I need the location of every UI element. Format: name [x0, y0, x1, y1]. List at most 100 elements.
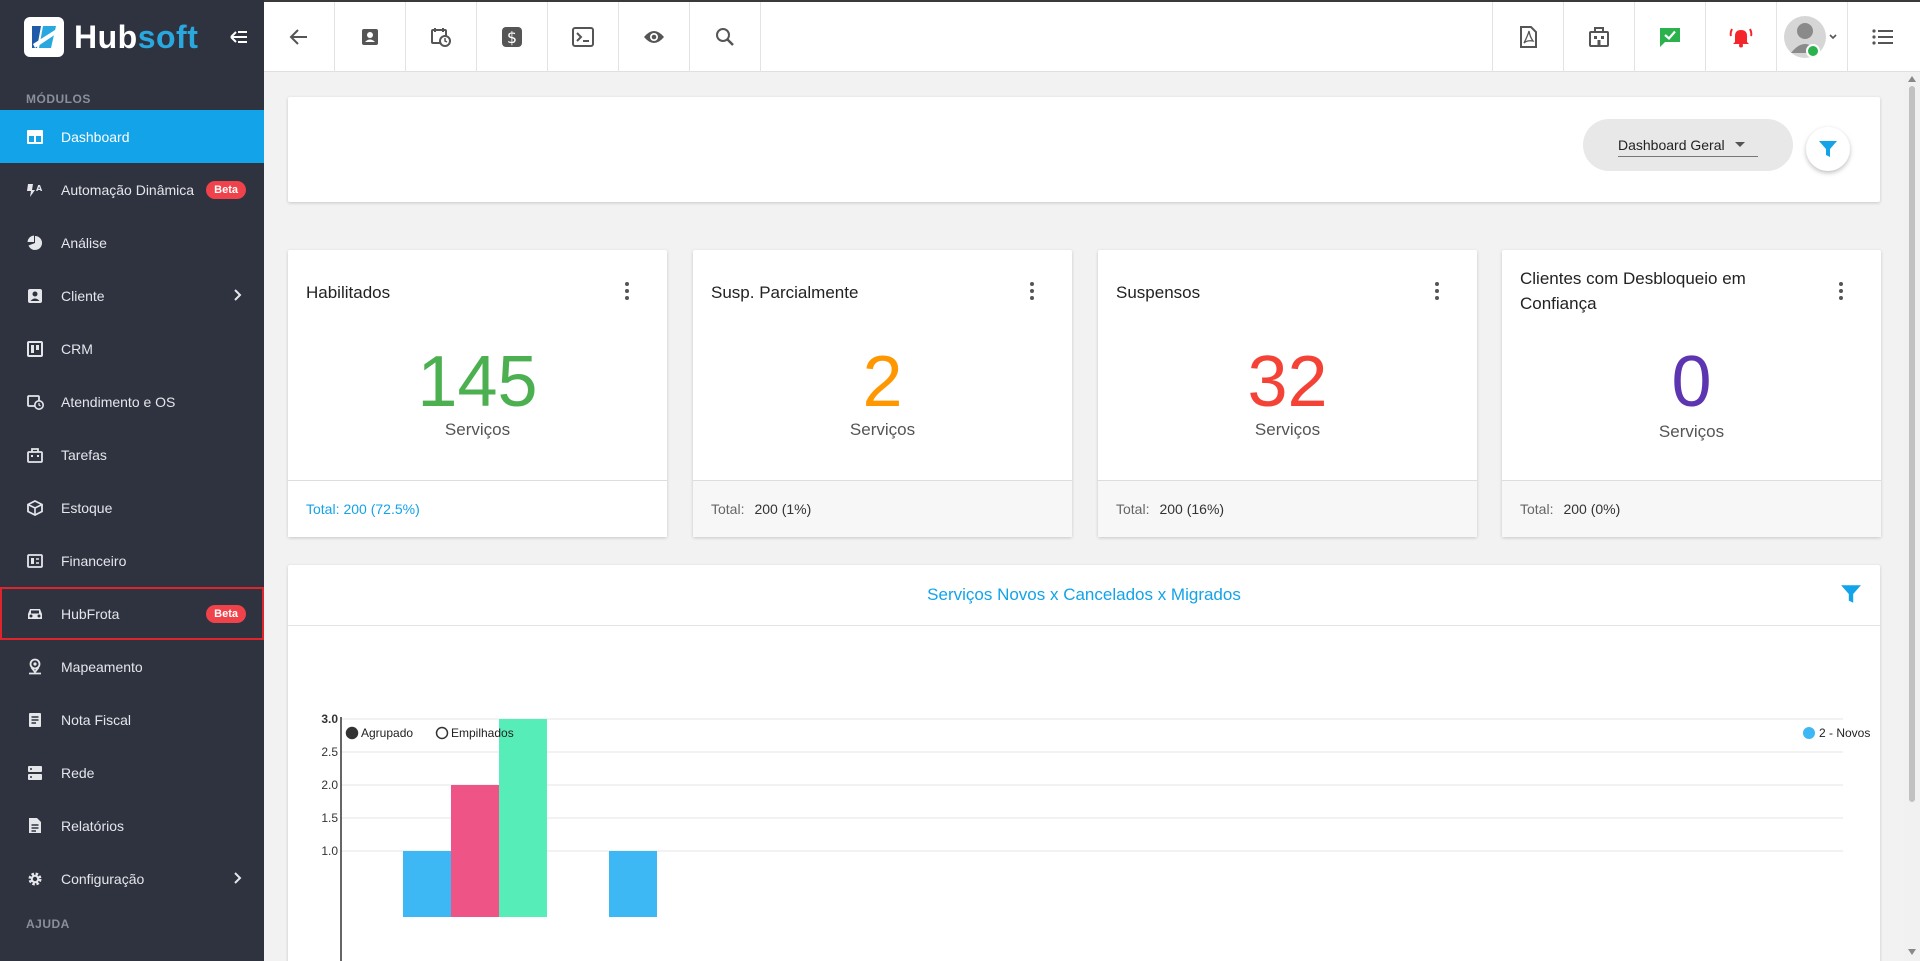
sidebar-item-analise[interactable]: Análise: [0, 216, 264, 269]
alarms-button[interactable]: [1705, 2, 1776, 72]
sidebar-item-tarefas[interactable]: Tarefas: [0, 428, 264, 481]
sidebar-item-label: Mapeamento: [61, 658, 143, 675]
total-value: 200 (72.5%): [343, 501, 420, 517]
receipt-icon: [26, 711, 44, 729]
chart-filter-icon[interactable]: [1840, 583, 1862, 610]
map-pin-icon: [26, 658, 44, 676]
sidebar-item-atendimento-e-os[interactable]: Atendimento e OS: [0, 375, 264, 428]
total-label: Total:: [711, 501, 745, 517]
schedule-button[interactable]: [406, 2, 477, 72]
sidebar-item-financeiro[interactable]: Financeiro: [0, 534, 264, 587]
stat-card-title: Suspensos: [1116, 283, 1201, 302]
user-menu-button[interactable]: [1776, 2, 1847, 72]
top-toolbar: $: [264, 0, 1920, 72]
sidebar-item-label: Dashboard: [61, 128, 130, 145]
sidebar-item-label: CRM: [61, 340, 93, 357]
legend-marker: [1803, 727, 1815, 739]
dollar-icon: $: [502, 27, 522, 47]
more-vert-icon[interactable]: [1022, 280, 1042, 302]
bar-2-novos: [403, 851, 451, 917]
sidebar-item-crm[interactable]: CRM: [0, 322, 264, 375]
more-vert-icon[interactable]: [617, 280, 637, 302]
calendar-clock-icon: [431, 28, 451, 47]
logo-bar: Hubsoft: [0, 0, 264, 74]
y-tick-label: 1.5: [321, 811, 338, 825]
sidebar-item-label: Estoque: [61, 499, 113, 516]
collapse-sidebar-icon[interactable]: [228, 26, 250, 48]
company-button[interactable]: [1563, 2, 1634, 72]
stat-card-title: Clientes com Desbloqueio em Confiança: [1520, 269, 1746, 313]
stat-card-desbloqueio-confianca: Clientes com Desbloqueio em Confiança 0 …: [1502, 250, 1881, 537]
page-scrollbar[interactable]: [1904, 72, 1920, 961]
list-menu-button[interactable]: [1847, 2, 1918, 72]
stat-card-unit: Serviços: [849, 420, 916, 439]
pie-chart-icon: [26, 234, 44, 252]
scroll-up-icon[interactable]: [1908, 76, 1916, 82]
filter-button[interactable]: [1806, 127, 1850, 171]
money-icon: [26, 552, 44, 570]
sidebar-item-relatorios[interactable]: Relatórios: [0, 799, 264, 852]
stat-card-value: 32: [1247, 342, 1328, 422]
report-icon: [26, 817, 44, 835]
sidebar-item-nota-fiscal[interactable]: Nota Fiscal: [0, 693, 264, 746]
search-button[interactable]: [690, 2, 761, 72]
sidebar-item-cliente[interactable]: Cliente: [0, 269, 264, 322]
briefcase-icon: [26, 446, 44, 464]
more-vert-icon[interactable]: [1427, 280, 1447, 302]
sidebar-nav: Dashboard A Automação Dinâmica Beta Análise C…: [0, 110, 264, 905]
bar-chart: 3.0 2.5 2.0 1.5 1.0 Agrupado Empilhados 2 - Nov…: [321, 712, 1870, 961]
pdf-button[interactable]: [1492, 2, 1563, 72]
avatar: [1784, 16, 1837, 58]
sidebar-item-configuracao[interactable]: Configuração: [0, 852, 264, 905]
sidebar-item-rede[interactable]: Rede: [0, 746, 264, 799]
filter-icon: [1819, 141, 1837, 157]
terminal-button[interactable]: [548, 2, 619, 72]
services-chart-card: Serviços Novos x Cancelados x Migrados 3…: [288, 565, 1880, 961]
sidebar-item-hubfrota[interactable]: HubFrota Beta: [0, 587, 264, 640]
y-tick-label: 3.0: [321, 712, 338, 726]
stat-card-value: 145: [417, 342, 538, 422]
radio-label: Agrupado: [361, 726, 413, 740]
sidebar-item-label: Atendimento e OS: [61, 393, 176, 410]
stat-card-footer[interactable]: Total: 200 (72.5%): [288, 480, 667, 537]
sidebar-item-automacao-dinamica[interactable]: A Automação Dinâmica Beta: [0, 163, 264, 216]
finance-button[interactable]: $: [477, 2, 548, 72]
more-vert-icon[interactable]: [1831, 280, 1851, 302]
sidebar-item-label: Automação Dinâmica: [61, 181, 195, 198]
terminal-icon: [572, 27, 594, 47]
scrollbar-thumb[interactable]: [1909, 86, 1915, 802]
scroll-down-icon[interactable]: [1908, 949, 1916, 955]
hubsoft-logo-icon: [24, 17, 64, 57]
sidebar-item-label: Nota Fiscal: [61, 711, 132, 728]
chart-title: Serviços Novos x Cancelados x Migrados: [927, 585, 1241, 604]
stat-card-suspensos: Suspensos 32 Serviços Total: 200 (16%): [1098, 250, 1477, 537]
sidebar-item-mapeamento[interactable]: Mapeamento: [0, 640, 264, 693]
back-arrow-icon: [289, 29, 307, 45]
dashboard-icon: [26, 128, 44, 146]
caret-down-icon: [1735, 142, 1745, 147]
sidebar-item-estoque[interactable]: Estoque: [0, 481, 264, 534]
radio-empilhados: [435, 726, 449, 740]
sidebar-item-dashboard[interactable]: Dashboard: [0, 110, 264, 163]
tasks-done-button[interactable]: [1634, 2, 1705, 72]
y-tick-label: 1.0: [321, 844, 338, 858]
sidebar-item-label: Financeiro: [61, 552, 127, 569]
gear-icon: [26, 870, 44, 888]
chevron-right-icon: [234, 871, 242, 887]
chevron-right-icon: [234, 288, 242, 304]
list-icon: [1872, 29, 1893, 45]
automation-icon: A: [26, 181, 44, 199]
sidebar-item-label: Rede: [61, 764, 95, 781]
view-button[interactable]: [619, 2, 690, 72]
server-icon: [26, 764, 44, 782]
back-button[interactable]: [264, 2, 335, 72]
car-icon: [26, 605, 44, 623]
select-underline: [1618, 156, 1758, 157]
sidebar-item-label: Cliente: [61, 287, 105, 304]
sidebar-item-label: HubFrota: [61, 605, 120, 622]
contacts-button[interactable]: [335, 2, 406, 72]
search-icon: [716, 28, 734, 46]
dashboard-select[interactable]: Dashboard Geral: [1583, 119, 1793, 171]
stat-card-unit: Serviços: [444, 420, 511, 439]
y-tick-label: 2.0: [321, 778, 338, 792]
